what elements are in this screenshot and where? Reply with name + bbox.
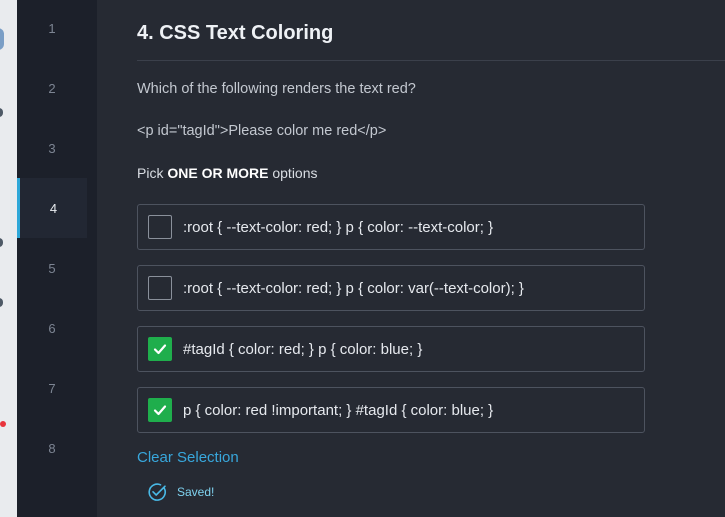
question-nav-item-8[interactable]: 8: [17, 418, 87, 478]
option-label: #tagId { color: red; } p { color: blue; …: [183, 340, 423, 358]
edge-marker: [0, 238, 3, 247]
answer-option-3[interactable]: #tagId { color: red; } p { color: blue; …: [137, 326, 645, 372]
question-nav-item-7[interactable]: 7: [17, 358, 87, 418]
check-icon: [153, 405, 167, 416]
answer-instruction: Pick ONE OR MORE options: [137, 165, 318, 181]
instruction-suffix: options: [268, 165, 318, 181]
answer-option-4[interactable]: p { color: red !important; } #tagId { co…: [137, 387, 645, 433]
question-number: 2: [48, 80, 56, 96]
option-label: :root { --text-color: red; } p { color: …: [183, 218, 494, 236]
question-number: 8: [48, 440, 56, 456]
question-nav-item-2[interactable]: 2: [17, 58, 87, 118]
edge-marker: [0, 298, 3, 307]
question-nav-item-6[interactable]: 6: [17, 298, 87, 358]
answer-option-1[interactable]: :root { --text-color: red; } p { color: …: [137, 204, 645, 250]
check-icon: [153, 344, 167, 355]
clear-selection-link[interactable]: Clear Selection: [137, 449, 239, 466]
background-window-edge: [0, 0, 17, 517]
question-number: 5: [48, 260, 56, 276]
option-checkbox[interactable]: [148, 337, 172, 361]
title-divider: [137, 60, 725, 61]
question-navigator: 1 2 3 4 5 6 7 8: [17, 0, 97, 517]
option-checkbox[interactable]: [148, 215, 172, 239]
question-panel: 4. CSS Text Coloring Which of the follow…: [97, 0, 725, 517]
question-number: 1: [48, 20, 56, 36]
edge-blue-marker: [0, 28, 4, 50]
question-prompt: Which of the following renders the text …: [137, 81, 416, 97]
edge-marker: [0, 108, 3, 117]
notification-dot: [0, 421, 6, 427]
question-number: 6: [48, 320, 56, 336]
instruction-prefix: Pick: [137, 165, 168, 181]
question-nav-item-3[interactable]: 3: [17, 118, 87, 178]
option-label: p { color: red !important; } #tagId { co…: [183, 401, 494, 419]
question-number: 4: [49, 200, 58, 216]
instruction-emphasis: ONE OR MORE: [167, 165, 269, 181]
saved-status: Saved!: [147, 482, 214, 502]
option-label: :root { --text-color: red; } p { color: …: [183, 279, 524, 297]
question-nav-item-4[interactable]: 4: [17, 178, 87, 238]
option-checkbox[interactable]: [148, 276, 172, 300]
code-snippet: <p id="tagId">Please color me red</p>: [137, 123, 387, 139]
question-nav-item-1[interactable]: 1: [17, 0, 87, 58]
question-title: 4. CSS Text Coloring: [137, 22, 334, 44]
question-number: 3: [48, 140, 56, 156]
question-number: 7: [48, 380, 56, 396]
question-nav-item-5[interactable]: 5: [17, 238, 87, 298]
answer-option-2[interactable]: :root { --text-color: red; } p { color: …: [137, 265, 645, 311]
check-circle-icon: [148, 483, 166, 501]
option-checkbox[interactable]: [148, 398, 172, 422]
saved-text: Saved!: [177, 485, 215, 499]
